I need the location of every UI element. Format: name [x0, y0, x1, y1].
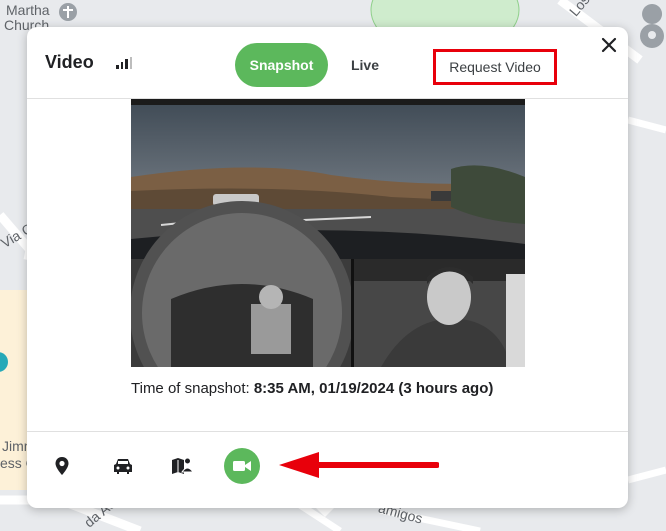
- video-popup: Video Snapshot Live Request Video Time o…: [27, 27, 628, 508]
- close-icon: [601, 37, 617, 53]
- location-button[interactable]: [45, 449, 79, 483]
- tab-snapshot[interactable]: Snapshot: [235, 43, 328, 87]
- red-arrow-annotation: [279, 452, 439, 478]
- driver-route-icon: [172, 457, 193, 474]
- signal-strength-icon: [116, 57, 132, 69]
- snapshot-time-value: 8:35 AM, 01/19/2024 (3 hours ago): [253, 380, 494, 397]
- request-video-button[interactable]: Request Video: [433, 49, 557, 85]
- footer-divider: [27, 431, 628, 432]
- snapshot-time-label: Time of snapshot:: [131, 380, 254, 397]
- tab-live[interactable]: Live: [341, 43, 389, 87]
- location-pin-icon: [55, 457, 69, 475]
- vehicle-button[interactable]: [106, 449, 140, 483]
- video-camera-icon: [233, 461, 251, 471]
- car-icon: [114, 459, 132, 474]
- driver-route-button[interactable]: [165, 449, 199, 483]
- close-button[interactable]: [598, 34, 620, 56]
- map-label-church-line1: Martha: [6, 2, 50, 18]
- popup-title: Video: [45, 52, 94, 72]
- dashcam-snapshot-image: [131, 99, 525, 367]
- video-button[interactable]: [224, 448, 260, 484]
- snapshot-time-caption: Time of snapshot: 8:35 AM, 01/19/2024 (3…: [131, 380, 531, 397]
